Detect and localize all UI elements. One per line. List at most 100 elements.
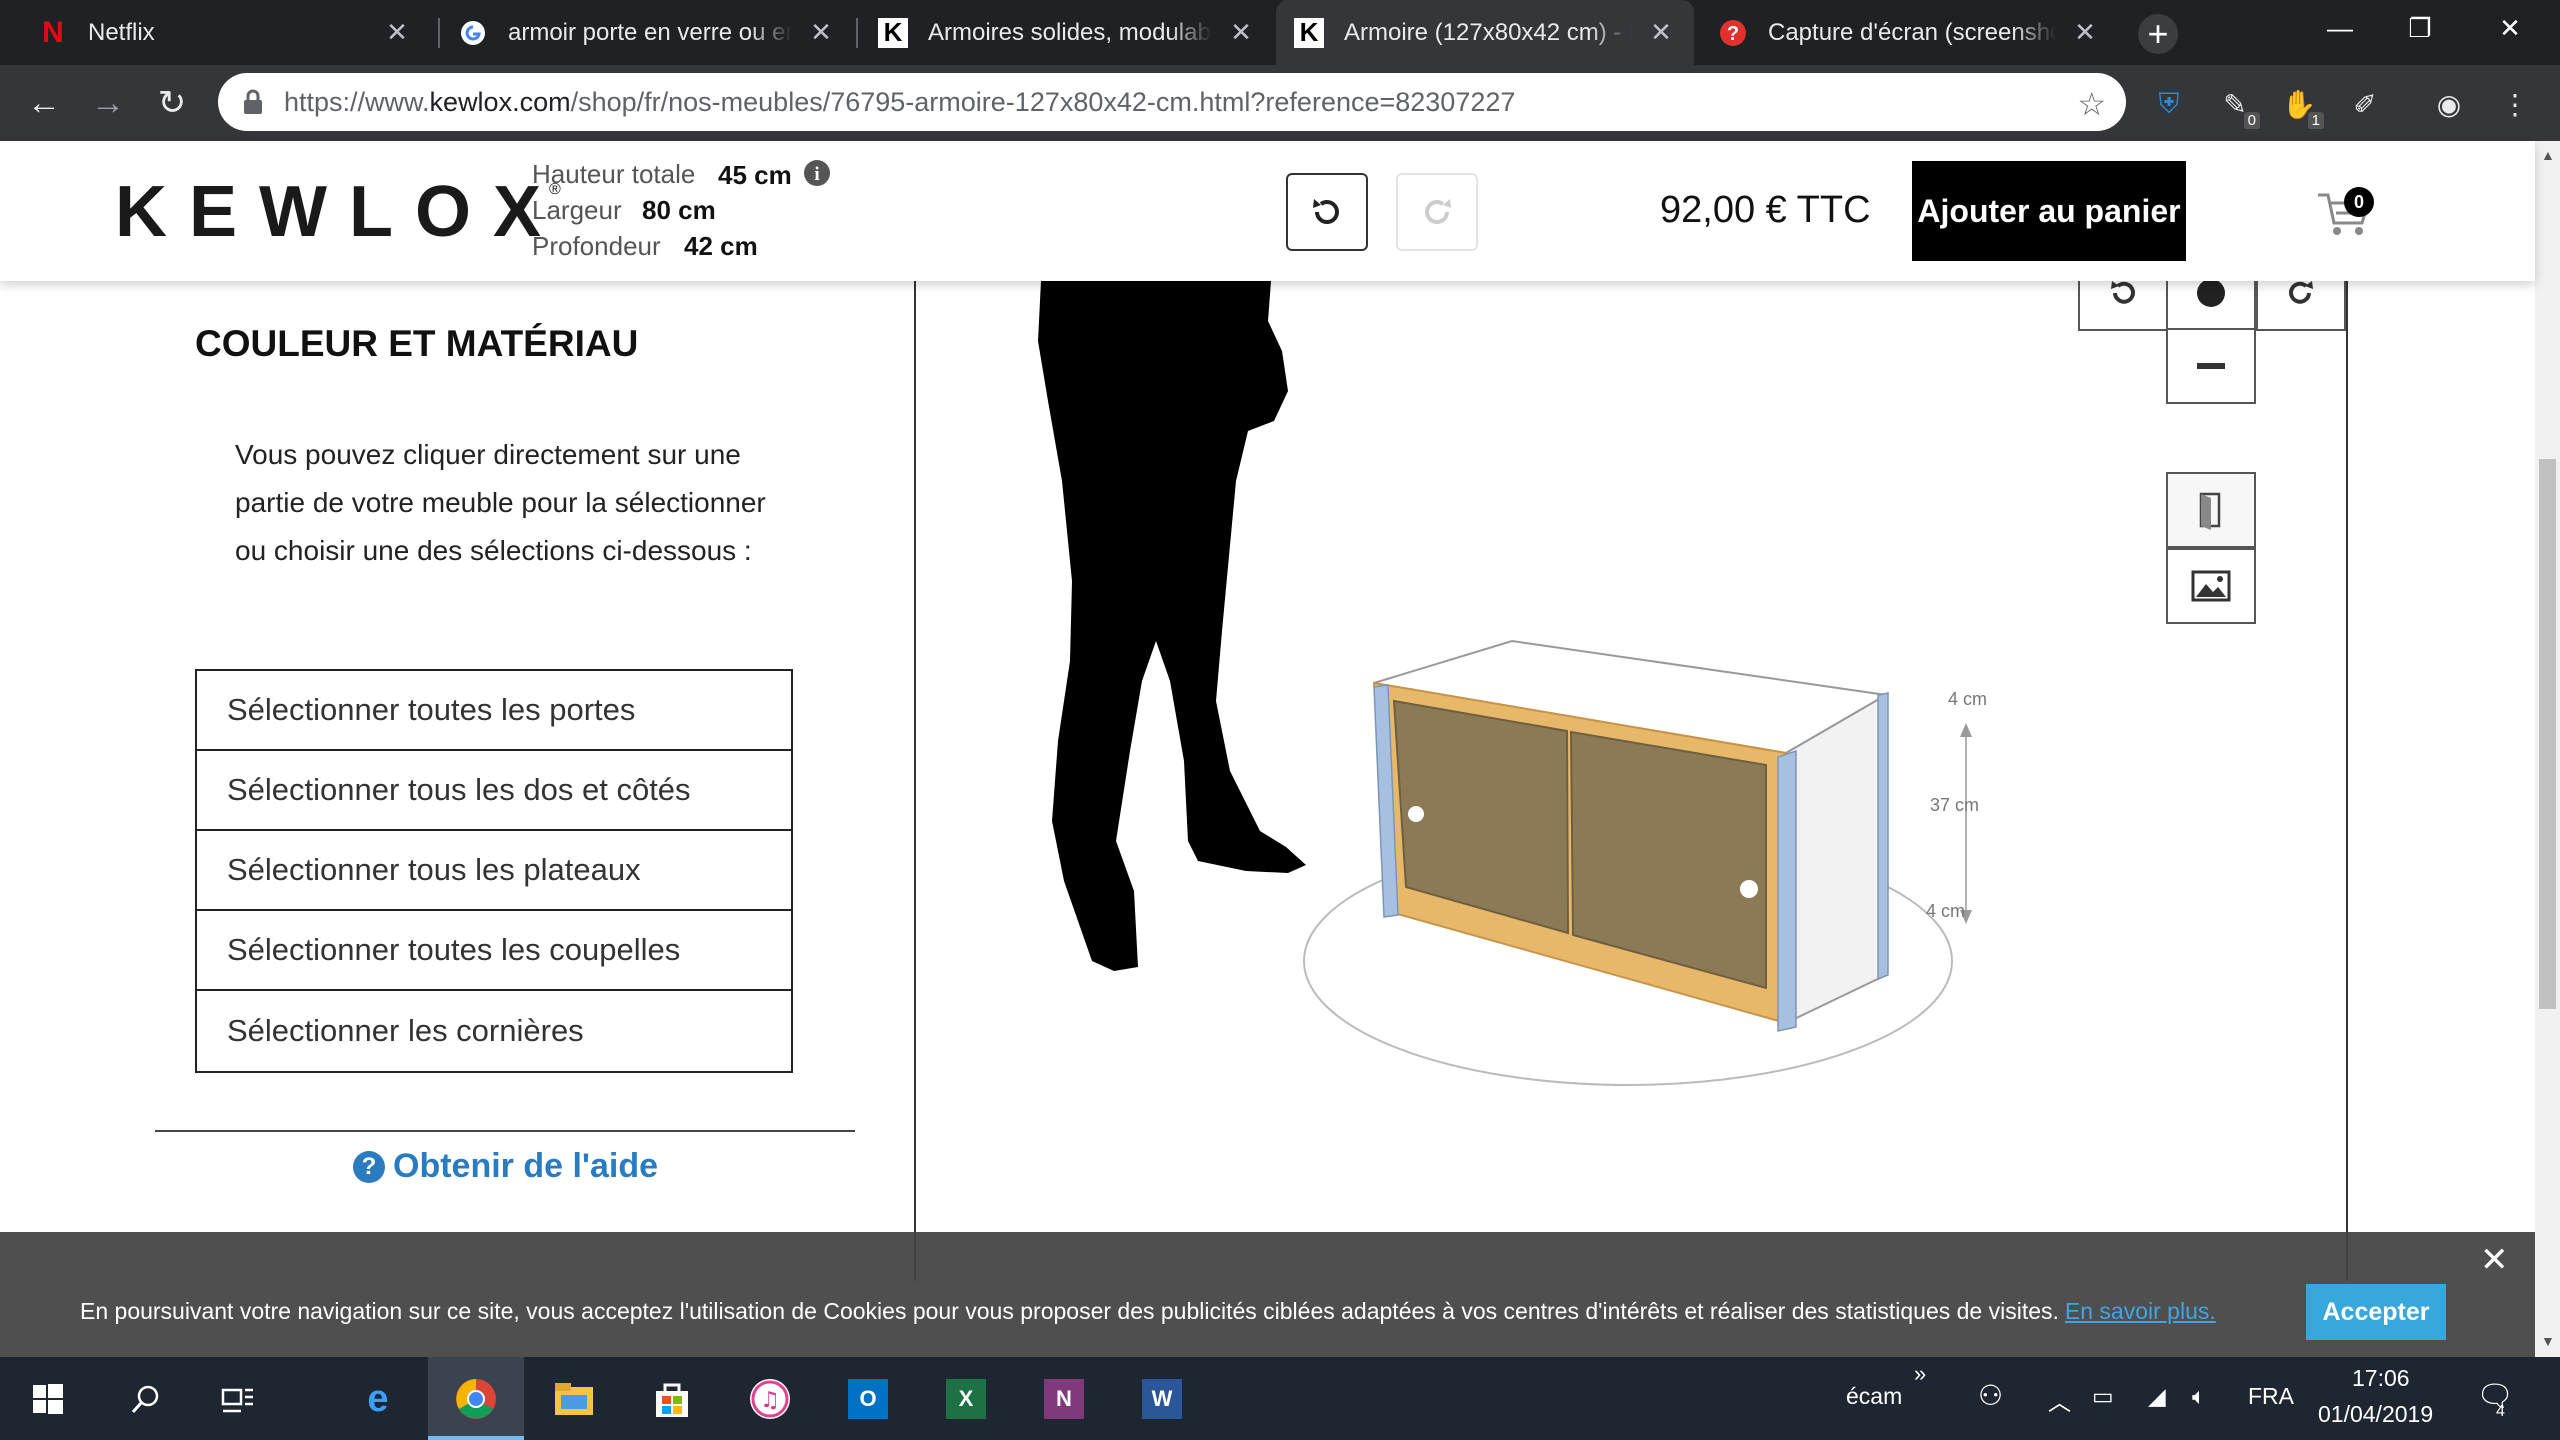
info-icon[interactable]: i <box>803 159 831 187</box>
profile-avatar[interactable]: ◉ <box>2428 83 2470 125</box>
select-all-shelves-button[interactable]: Sélectionner tous les plateaux <box>197 831 791 911</box>
tab-netflix[interactable]: N Netflix ✕ <box>20 0 430 65</box>
kewlox-icon: K <box>878 17 908 48</box>
clock-time[interactable]: 17:06 <box>2352 1365 2410 1392</box>
scroll-up-icon[interactable]: ▲ <box>2541 147 2555 163</box>
close-tab-icon[interactable]: ✕ <box>1226 17 1256 48</box>
undo-button[interactable] <box>1286 173 1368 251</box>
browser-menu-icon[interactable]: ⋮ <box>2494 83 2536 125</box>
taskbar-onenote[interactable]: N <box>1036 1371 1092 1427</box>
scroll-down-icon[interactable]: ▼ <box>2541 1333 2555 1349</box>
url-path: /shop/fr/nos-meubles/76795-armoire-127x8… <box>570 86 1516 117</box>
reload-button[interactable]: ↻ <box>148 79 196 127</box>
viewer-border-right <box>2346 281 2348 1281</box>
zoom-out-button[interactable] <box>2166 328 2256 404</box>
taskbar-file-explorer[interactable] <box>546 1371 602 1427</box>
tab-title: Netflix <box>88 18 155 46</box>
tab-google-search[interactable]: armoir porte en verre ou en ✕ <box>440 0 854 65</box>
language-indicator[interactable]: FRA <box>2248 1383 2294 1410</box>
dimension-depth: Profondeur 42 cm <box>532 231 758 262</box>
taskbar-outlook[interactable]: O <box>840 1371 896 1427</box>
task-view-button[interactable] <box>210 1371 266 1427</box>
tab-title: armoir porte en verre ou en <box>508 18 792 46</box>
scrollbar-thumb[interactable] <box>2539 459 2556 1009</box>
tab-capture-ecran[interactable]: ? Capture d'écran (screenshot) ✕ <box>1700 0 2118 65</box>
pen-extension-icon[interactable]: ✐ <box>2344 83 2386 125</box>
search-icon <box>131 1385 159 1413</box>
close-tab-icon[interactable]: ✕ <box>382 17 412 48</box>
kewlox-icon: K <box>1294 17 1324 48</box>
tab-kewlox-armoires[interactable]: K Armoires solides, modulables ✕ <box>860 0 1274 65</box>
music-icon: ♫ <box>750 1379 790 1419</box>
dimension-value: 42 cm <box>684 231 758 261</box>
kewlox-logo[interactable]: KEWLOX® <box>115 171 575 253</box>
battery-icon[interactable]: ▭ <box>2092 1383 2114 1410</box>
lock-icon <box>244 89 262 114</box>
cookie-accept-button[interactable]: Accepter <box>2306 1284 2446 1340</box>
chrome-icon <box>456 1378 496 1419</box>
tab-kewlox-armoire-active[interactable]: K Armoire (127x80x42 cm) - Kewlox ✕ <box>1276 0 1694 65</box>
select-all-cups-button[interactable]: Sélectionner toutes les coupelles <box>197 911 791 991</box>
tab-separator <box>856 18 858 48</box>
svg-text:?: ? <box>1727 23 1739 45</box>
url-host: kewlox.com <box>429 86 571 117</box>
new-tab-button[interactable]: + <box>2138 13 2178 54</box>
taskbar-word[interactable]: W <box>1134 1371 1190 1427</box>
clock-date[interactable]: 01/04/2019 <box>2318 1401 2433 1428</box>
extension-icon[interactable]: ✎ 0 <box>2214 83 2260 129</box>
excel-icon: X <box>946 1379 986 1419</box>
furniture-3d-viewer[interactable]: 4 cm 37 cm 4 cm <box>916 281 2346 1241</box>
close-tab-icon[interactable]: ✕ <box>2070 17 2100 48</box>
taskbar-chrome[interactable] <box>428 1357 524 1440</box>
bookmark-star-icon[interactable]: ☆ <box>2077 85 2106 123</box>
cookie-learn-more-link[interactable]: En savoir plus. <box>2065 1298 2216 1324</box>
taskbar-excel[interactable]: X <box>938 1371 994 1427</box>
help-icon: ? <box>1718 18 1748 48</box>
redo-button[interactable] <box>1396 173 1478 251</box>
dimension-height: Hauteur totale 45 cm i <box>532 159 830 190</box>
help-link[interactable]: ? Obtenir de l'aide <box>353 1147 658 1186</box>
shield-extension-icon[interactable]: ⛨ <box>2148 83 2190 125</box>
taskbar-search-text[interactable]: écam <box>1846 1383 1902 1410</box>
door-icon <box>2199 492 2221 530</box>
selection-list: Sélectionner toutes les portes Sélection… <box>195 669 793 1073</box>
dimension-label: Largeur <box>532 195 622 225</box>
add-to-cart-button[interactable]: Ajouter au panier <box>1912 161 2186 261</box>
select-all-backs-sides-button[interactable]: Sélectionner tous les dos et côtés <box>197 751 791 831</box>
address-bar[interactable]: https://www. kewlox.com/shop/fr/nos-meubl… <box>218 73 2126 131</box>
site-header: KEWLOX® Hauteur totale 45 cm i Largeur 8… <box>0 141 2535 281</box>
minus-icon <box>2197 363 2225 369</box>
select-all-doors-button[interactable]: Sélectionner toutes les portes <box>197 671 791 751</box>
dimension-label: Hauteur totale <box>532 159 696 189</box>
cabinet-side[interactable] <box>1785 693 1887 1025</box>
taskbar-store[interactable] <box>644 1371 700 1427</box>
toggle-doors-button[interactable] <box>2166 472 2256 548</box>
minimize-window-button[interactable]: — <box>2300 0 2380 56</box>
windows-start-button[interactable] <box>20 1371 76 1427</box>
back-button[interactable]: ← <box>20 79 68 127</box>
restore-window-button[interactable]: ❐ <box>2380 0 2460 56</box>
page-scrollbar[interactable]: ▲ ▼ <box>2535 141 2560 1357</box>
wifi-icon[interactable]: ◢ <box>2148 1383 2166 1410</box>
dimension-bottom-label: 4 cm <box>1926 901 1965 921</box>
search-button[interactable] <box>118 1371 174 1427</box>
cabinet-corner-right[interactable] <box>1777 749 1797 1032</box>
select-corners-button[interactable]: Sélectionner les cornières <box>197 991 791 1071</box>
taskbar-edge[interactable]: e <box>350 1371 406 1427</box>
tray-overflow-icon[interactable]: » <box>1914 1361 1926 1387</box>
volume-icon[interactable]: 🔈︎ <box>2192 1383 2206 1410</box>
close-cookie-icon[interactable]: ✕ <box>2480 1240 2509 1280</box>
panel-title: COULEUR ET MATÉRIAU <box>195 323 639 364</box>
show-hidden-icons-chevron[interactable]: ︿ <box>2048 1383 2071 1417</box>
close-tab-icon[interactable]: ✕ <box>806 17 836 48</box>
forward-button[interactable]: → <box>84 79 132 127</box>
toggle-background-button[interactable] <box>2166 548 2256 624</box>
google-icon <box>458 18 488 48</box>
close-window-button[interactable]: ✕ <box>2470 0 2550 56</box>
redo-icon <box>1425 199 1451 224</box>
close-tab-icon[interactable]: ✕ <box>1646 17 1676 48</box>
adblock-extension-icon[interactable]: ✋ 1 <box>2278 83 2324 129</box>
taskbar-itunes[interactable]: ♫ <box>742 1371 798 1427</box>
people-icon[interactable]: ⚇ <box>1978 1379 2003 1412</box>
cabinet-corner-back[interactable] <box>1877 692 1889 981</box>
